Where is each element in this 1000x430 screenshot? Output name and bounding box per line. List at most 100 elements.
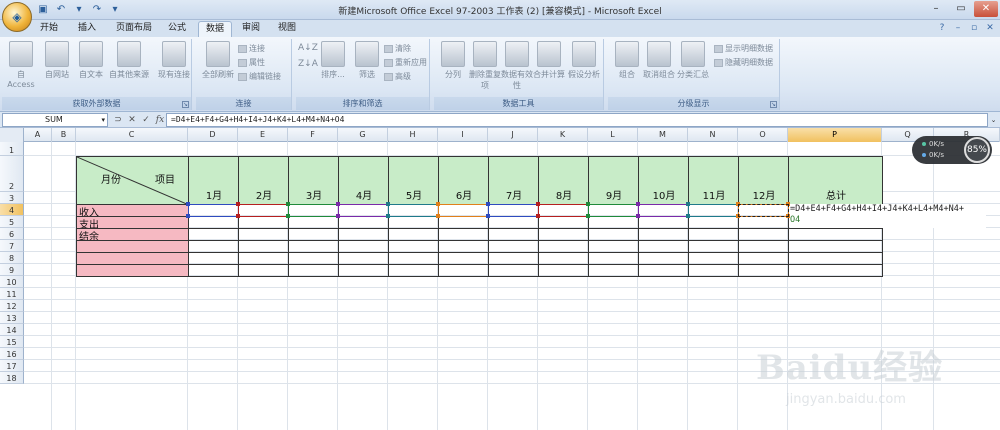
reference-handle[interactable] — [436, 202, 440, 206]
row-header-5[interactable]: 5 — [0, 216, 24, 228]
data-cell[interactable] — [788, 264, 883, 277]
data-cell[interactable] — [588, 264, 639, 277]
clear-button[interactable]: 清除 — [384, 43, 411, 54]
data-cell[interactable] — [638, 264, 689, 277]
reference-handle[interactable] — [686, 202, 690, 206]
from-other-sources-button[interactable]: 自其他来源 — [106, 41, 152, 80]
group-button[interactable]: 组合 — [610, 41, 644, 80]
expand-toggle-icon[interactable]: ⊃ — [112, 115, 124, 125]
refresh-all-button[interactable]: 全部刷新 — [198, 41, 238, 80]
restore-icon[interactable]: ▫ — [968, 22, 980, 34]
data-cell[interactable] — [388, 264, 439, 277]
hide-detail-button[interactable]: 隐藏明细数据 — [714, 57, 773, 68]
column-header-d[interactable]: D — [188, 128, 238, 142]
month-header-cell[interactable]: 11月 — [688, 156, 739, 205]
data-cell[interactable] — [438, 264, 489, 277]
from-text-button[interactable]: 自文本 — [74, 41, 108, 80]
tab-formulas[interactable]: 公式 — [164, 21, 190, 37]
help-icon[interactable]: ? — [936, 22, 948, 34]
month-header-cell[interactable]: 5月 — [388, 156, 439, 205]
subtotal-button[interactable]: 分类汇总 — [676, 41, 710, 80]
insert-function-icon[interactable]: fx — [154, 115, 166, 125]
reference-handle[interactable] — [386, 214, 390, 218]
cancel-icon[interactable]: ✕ — [126, 115, 138, 125]
formula-input[interactable]: =D4+E4+F4+G4+H4+I4+J4+K4+L4+M4+N4+O4 — [166, 113, 988, 127]
data-cell[interactable] — [488, 264, 539, 277]
formula-bar-expand-icon[interactable]: ⌄ — [989, 114, 998, 126]
reference-handle[interactable] — [436, 214, 440, 218]
filter-button[interactable]: 筛选 — [350, 41, 384, 80]
column-header-h[interactable]: H — [388, 128, 438, 142]
column-header-f[interactable]: F — [288, 128, 338, 142]
row-label-cell[interactable] — [76, 264, 189, 277]
month-header-cell[interactable]: 10月 — [638, 156, 689, 205]
data-cell[interactable] — [738, 264, 789, 277]
name-box-dropdown-icon[interactable]: ▾ — [101, 114, 105, 126]
month-header-cell[interactable]: 2月 — [238, 156, 289, 205]
advanced-button[interactable]: 高级 — [384, 71, 411, 82]
row-header-8[interactable]: 8 — [0, 252, 24, 264]
data-validation-button[interactable]: 数据有效性 — [500, 41, 534, 91]
edit-links-button[interactable]: 编辑链接 — [238, 71, 281, 82]
ungroup-button[interactable]: 取消组合 — [642, 41, 676, 80]
editing-cell-p4[interactable]: =D4+E4+F4+G4+H4+I4+J4+K4+L4+M4+N4+ O4 — [790, 204, 986, 228]
tab-view[interactable]: 视图 — [274, 21, 300, 37]
data-cell[interactable] — [188, 264, 239, 277]
total-header-cell[interactable]: 总计 — [788, 156, 883, 205]
reference-handle[interactable] — [236, 214, 240, 218]
dialog-launcher-icon[interactable]: ↘ — [182, 101, 189, 108]
reference-handle[interactable] — [336, 214, 340, 218]
month-header-cell[interactable]: 3月 — [288, 156, 339, 205]
close-workbook-icon[interactable]: ✕ — [984, 22, 996, 34]
reference-handle[interactable] — [636, 214, 640, 218]
column-header-c[interactable]: C — [76, 128, 188, 142]
month-header-cell[interactable]: 8月 — [538, 156, 589, 205]
row-header-4[interactable]: 4 — [0, 204, 24, 216]
sort-desc-icon[interactable]: Z↓A — [298, 59, 318, 70]
row-header-7[interactable]: 7 — [0, 240, 24, 252]
text-to-columns-button[interactable]: 分列 — [436, 41, 470, 80]
row-header-15[interactable]: 15 — [0, 336, 24, 348]
reference-handle[interactable] — [336, 202, 340, 206]
close-icon[interactable]: ✕ — [974, 1, 998, 17]
outline-launcher-icon[interactable]: ↘ — [770, 101, 777, 108]
tab-review[interactable]: 审阅 — [238, 21, 264, 37]
reference-handle[interactable] — [536, 202, 540, 206]
row-header-2[interactable]: 2 — [0, 156, 24, 192]
from-web-button[interactable]: 自网站 — [40, 41, 74, 80]
data-cell[interactable] — [288, 264, 339, 277]
month-header-cell[interactable]: 6月 — [438, 156, 489, 205]
data-cell[interactable] — [238, 264, 289, 277]
reference-handle[interactable] — [536, 214, 540, 218]
data-cell[interactable] — [538, 264, 589, 277]
reference-handle[interactable] — [386, 202, 390, 206]
row-header-3[interactable]: 3 — [0, 192, 24, 204]
tab-data[interactable]: 数据 — [198, 21, 232, 37]
column-header-i[interactable]: I — [438, 128, 488, 142]
what-if-button[interactable]: 假设分析 — [566, 41, 602, 80]
tab-insert[interactable]: 插入 — [74, 21, 100, 37]
column-header-m[interactable]: M — [638, 128, 688, 142]
reapply-button[interactable]: 重新应用 — [384, 57, 427, 68]
select-all-corner[interactable] — [0, 128, 24, 142]
row-header-10[interactable]: 10 — [0, 276, 24, 288]
column-header-b[interactable]: B — [52, 128, 76, 142]
row-header-6[interactable]: 6 — [0, 228, 24, 240]
column-header-o[interactable]: O — [738, 128, 788, 142]
column-header-a[interactable]: A — [24, 128, 52, 142]
column-header-g[interactable]: G — [338, 128, 388, 142]
remove-duplicates-button[interactable]: 删除重复项 — [468, 41, 502, 91]
minimize-ribbon-icon[interactable]: – — [952, 22, 964, 34]
reference-handle[interactable] — [286, 214, 290, 218]
properties-button[interactable]: 属性 — [238, 57, 265, 68]
enter-check-icon[interactable]: ✓ — [140, 115, 152, 125]
reference-handle[interactable] — [186, 214, 190, 218]
reference-handle[interactable] — [586, 214, 590, 218]
data-cell[interactable] — [688, 264, 739, 277]
row-header-14[interactable]: 14 — [0, 324, 24, 336]
tab-page-layout[interactable]: 页面布局 — [110, 21, 158, 37]
reference-handle[interactable] — [486, 214, 490, 218]
column-header-j[interactable]: J — [488, 128, 538, 142]
reference-handle[interactable] — [486, 202, 490, 206]
from-access-button[interactable]: 自 Access — [4, 41, 38, 89]
